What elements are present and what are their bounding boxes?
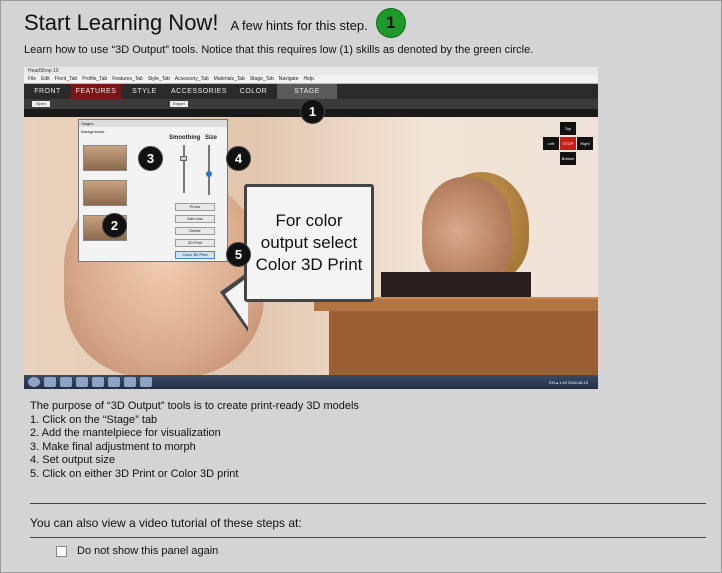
- tab-style: Style: [132, 88, 157, 95]
- add-new-button: Add new: [175, 215, 215, 223]
- smoothing-slider-knob: [180, 156, 187, 161]
- start-icon: [28, 377, 40, 387]
- step-badge-1: 1: [300, 99, 325, 124]
- menu-item: Profile_Tab: [82, 76, 108, 82]
- export-button: Export: [170, 101, 188, 107]
- system-tray: EN ▴ 1:49 2016.08.15: [549, 379, 588, 385]
- skill-level-badge: 1: [375, 8, 406, 38]
- nav-bottom: Bottom: [560, 152, 576, 165]
- step-item: 2. Add the mantelpiece for visualization: [30, 427, 221, 439]
- app-icon: [124, 377, 136, 387]
- menu-item: Help: [303, 76, 314, 82]
- menu-item: Accessory_Tab: [174, 76, 209, 82]
- menu-item: Navigate: [278, 76, 299, 82]
- step-item: 3. Make final adjustment to morph: [30, 440, 196, 453]
- smoothing-slider-track: [183, 145, 185, 193]
- menu-item: Edit: [41, 76, 50, 82]
- page-title: Start Learning Now!: [24, 10, 219, 35]
- size-label: Size: [205, 135, 218, 141]
- dont-show-checkbox[interactable]: [56, 545, 67, 557]
- os-taskbar: EN ▴ 1:49 2016.08.15: [24, 375, 598, 389]
- color-3d-print-button: Color 3D Print: [175, 251, 215, 259]
- step-item: 5. Click on either 3D Print or Color 3D …: [30, 467, 239, 480]
- smoothing-label: Smoothing: [169, 135, 201, 141]
- stages-panel: Stages Backgrounds Smoothing Size Photo …: [78, 119, 228, 262]
- intro-text: Learn how to use “3D Output” tools. Noti…: [24, 44, 534, 56]
- background-thumbnail: [83, 145, 127, 171]
- step-item: 4. Set output size: [30, 454, 115, 466]
- divider: [30, 503, 706, 504]
- head-stand: [381, 272, 531, 298]
- menu-item: File: [28, 76, 37, 82]
- nav-left: Left: [543, 137, 559, 150]
- app-title-bar: HeadShop 10: [24, 67, 598, 75]
- menu-item: Style_Tab: [147, 76, 170, 82]
- page-subtitle: A few hints for this step.: [230, 17, 368, 33]
- size-slider-track: [208, 145, 210, 195]
- open-button: Open: [32, 101, 50, 107]
- nav-stop: STOP: [560, 137, 576, 150]
- headshop-icon: [140, 377, 152, 387]
- stages-panel-title: Stages: [79, 120, 227, 127]
- menu-item: Features_Tab: [112, 76, 143, 82]
- photoshop-icon: [76, 377, 88, 387]
- tab-accessories: Accessories: [170, 88, 228, 95]
- app-menu-bar: File Edit Front_Tab Profile_Tab Features…: [24, 75, 598, 84]
- tab-stage: Stage: [277, 84, 337, 99]
- dont-show-row[interactable]: Do not show this panel again: [56, 545, 218, 557]
- nav-top: Top: [560, 122, 576, 135]
- size-slider-knob: [206, 171, 212, 177]
- photo-button: Photo: [175, 203, 215, 211]
- dont-show-label: Do not show this panel again: [77, 545, 219, 557]
- tab-color: Color: [239, 88, 268, 95]
- tutorial-screenshot: HeadShop 10 File Edit Front_Tab Profile_…: [24, 67, 598, 389]
- step-badge-4: 4: [226, 146, 251, 171]
- steps-intro: The purpose of “3D Output” tools is to c…: [30, 400, 359, 412]
- steps-list: The purpose of “3D Output” tools is to c…: [30, 400, 359, 481]
- tab-features: Features: [71, 84, 121, 99]
- step-badge-2: 2: [102, 213, 127, 238]
- mantelpiece: [329, 311, 598, 375]
- menu-item: Stage_Tab: [249, 76, 274, 82]
- background-thumbnail: [83, 180, 127, 206]
- app-tab-bar: Front Features Style Accessories Color S…: [24, 84, 598, 99]
- video-tutorial-text: You can also view a video tutorial of th…: [30, 516, 302, 530]
- tab-front: Front: [34, 88, 61, 95]
- nav-right: Right: [577, 137, 593, 150]
- callout-box: For color output select Color 3D Print: [244, 184, 374, 302]
- step-badge-5: 5: [226, 242, 251, 267]
- step-badge-3: 3: [138, 146, 163, 171]
- header: Start Learning Now! A few hints for this…: [24, 6, 406, 40]
- step-item: 1. Click on the “Stage” tab: [30, 413, 158, 426]
- profile-head-model: [422, 177, 512, 287]
- backgrounds-label: Backgrounds: [81, 129, 105, 134]
- 3d-print-button: 3D Print: [175, 239, 215, 247]
- menu-item: Front_Tab: [54, 76, 78, 82]
- firefox-icon: [60, 377, 72, 387]
- folder-icon: [92, 377, 104, 387]
- skype-icon: [108, 377, 120, 387]
- divider: [30, 537, 706, 538]
- menu-item: Materials_Tab: [213, 76, 245, 82]
- browser-icon: [44, 377, 56, 387]
- delete-button: Delete: [175, 227, 215, 235]
